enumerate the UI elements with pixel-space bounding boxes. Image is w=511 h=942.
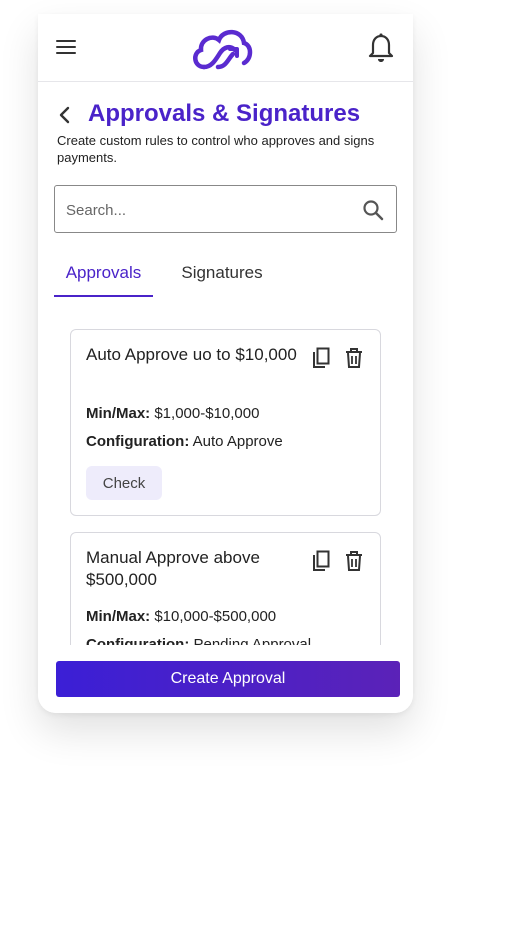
configuration-row: Configuration: Auto Approve	[86, 433, 283, 450]
create-approval-button[interactable]: Create Approval	[56, 661, 400, 697]
check-button[interactable]: Check	[86, 466, 162, 500]
approval-card[interactable]: Manual Approve above $500,000 Min/Max: $…	[70, 532, 381, 645]
tab-signatures[interactable]: Signatures	[172, 254, 272, 297]
trash-icon[interactable]	[344, 550, 364, 572]
page-title: Approvals & Signatures	[88, 100, 361, 127]
tab-bar: Approvals Signatures	[54, 254, 397, 298]
search-box	[54, 185, 397, 233]
search-icon[interactable]	[361, 198, 385, 222]
approval-title: Manual Approve above $500,000	[86, 548, 260, 589]
trash-icon[interactable]	[344, 347, 364, 369]
configuration-value: Pending Approval	[193, 636, 312, 645]
bell-icon[interactable]	[368, 33, 394, 63]
app-screen: Approvals & Signatures Create custom rul…	[38, 14, 413, 713]
approval-list[interactable]: Auto Approve uo to $10,000 Min/Max: $1,0…	[38, 314, 413, 645]
configuration-row: Configuration: Pending Approval	[86, 636, 311, 645]
approval-title: Auto Approve uo to $10,000	[86, 345, 297, 364]
page-subtitle: Create custom rules to control who appro…	[57, 133, 375, 165]
search-input[interactable]	[66, 198, 346, 222]
minmax-label: Min/Max:	[86, 608, 151, 625]
footer-bar: Create Approval	[38, 645, 413, 713]
brand-logo[interactable]	[190, 23, 254, 73]
top-bar	[38, 14, 413, 82]
copy-icon[interactable]	[311, 347, 331, 369]
approval-card[interactable]: Auto Approve uo to $10,000 Min/Max: $1,0…	[70, 329, 381, 516]
configuration-label: Configuration:	[86, 636, 190, 645]
back-arrow-icon[interactable]	[56, 106, 74, 124]
tab-approvals[interactable]: Approvals	[54, 254, 153, 297]
minmax-label: Min/Max:	[86, 405, 151, 422]
configuration-label: Configuration:	[86, 433, 190, 450]
menu-icon[interactable]	[56, 40, 76, 56]
copy-icon[interactable]	[311, 550, 331, 572]
minmax-row: Min/Max: $10,000-$500,000	[86, 608, 276, 625]
minmax-row: Min/Max: $1,000-$10,000	[86, 405, 259, 422]
minmax-value: $1,000-$10,000	[154, 405, 260, 422]
configuration-value: Auto Approve	[192, 433, 283, 450]
minmax-value: $10,000-$500,000	[154, 608, 277, 625]
